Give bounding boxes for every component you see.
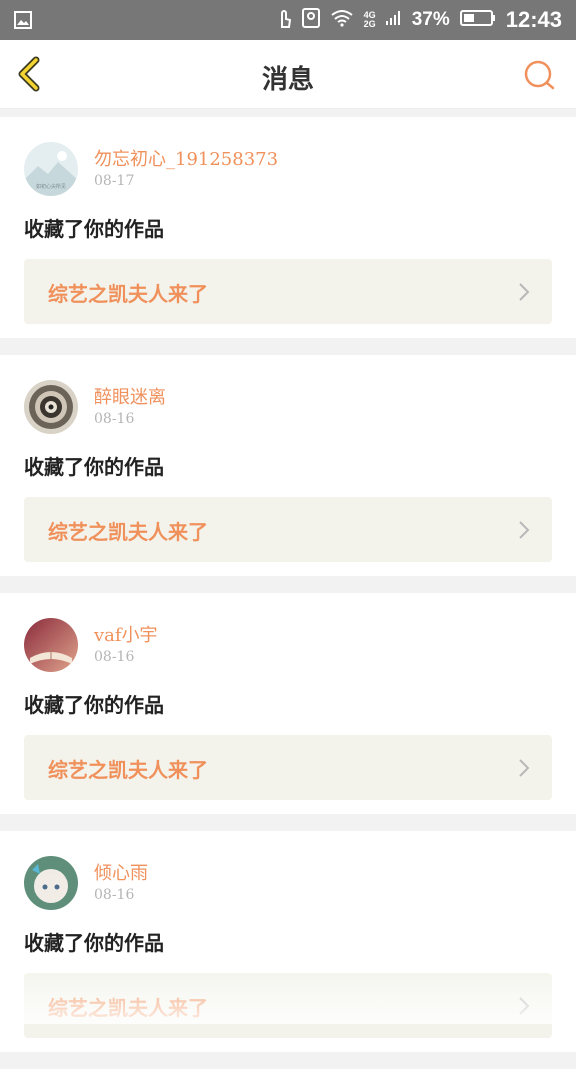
page-title: 消息 [261,65,314,95]
action-text: 收藏了你的作品 [24,693,164,717]
work-title: 综艺之凯夫人来了 [48,282,208,306]
username[interactable]: 倾心雨 [94,859,148,885]
status-bar: 4G 2G 37% 12:43 [0,0,576,40]
signal-icon [385,10,402,30]
network-type: 4G 2G [364,11,376,29]
action-text: 收藏了你的作品 [24,217,164,241]
chevron-right-icon [519,521,530,539]
username[interactable]: 醉眼迷离 [94,383,166,409]
work-title: 综艺之凯夫人来了 [48,996,208,1020]
chevron-right-icon [519,759,530,777]
search-icon [524,60,555,90]
avatar[interactable] [24,618,78,672]
message-date: 08-16 [94,411,135,427]
list-item: 倾心雨 08-16 收藏了你的作品 综艺之凯夫人来了 [0,831,576,1052]
work-link[interactable]: 综艺之凯夫人来了 [24,259,552,324]
message-date: 08-17 [94,173,135,189]
action-text: 收藏了你的作品 [24,455,164,479]
portrait-icon [301,8,320,32]
work-link[interactable]: 综艺之凯夫人来了 [24,497,552,562]
list-item: 醉眼迷离 08-16 收藏了你的作品 综艺之凯夫人来了 [0,355,576,576]
avatar-caption: 如初心尖所见 [36,183,66,190]
battery-percent: 37% [411,9,450,30]
avatar[interactable] [24,380,78,434]
username[interactable]: 勿忘初心_191258373 [94,145,278,171]
avatar[interactable]: 如初心尖所见 [24,142,78,196]
image-icon [14,11,32,33]
avatar[interactable] [24,856,78,910]
message-date: 08-16 [94,887,135,903]
work-title: 综艺之凯夫人来了 [48,758,208,782]
work-link[interactable]: 综艺之凯夫人来了 [24,973,552,1038]
work-link[interactable]: 综艺之凯夫人来了 [24,735,552,800]
battery-icon [459,9,496,31]
message-list: 如初心尖所见 勿忘初心_191258373 08-17 收藏了你的作品 综艺之凯… [0,117,576,1069]
username[interactable]: vaf小宇 [94,621,158,647]
network-2g-label: 2G [363,19,376,29]
message-date: 08-16 [94,649,135,665]
list-item: vaf小宇 08-16 收藏了你的作品 综艺之凯夫人来了 [0,593,576,814]
action-text: 收藏了你的作品 [24,931,164,955]
search-button[interactable] [522,58,556,92]
clock: 12:43 [505,7,562,32]
header: 消息 [0,40,576,109]
touch-icon [276,7,292,33]
chevron-right-icon [519,283,530,301]
wifi-icon [330,9,354,31]
chevron-right-icon [519,997,530,1015]
list-item: 如初心尖所见 勿忘初心_191258373 08-17 收藏了你的作品 综艺之凯… [0,117,576,338]
work-title: 综艺之凯夫人来了 [48,520,208,544]
